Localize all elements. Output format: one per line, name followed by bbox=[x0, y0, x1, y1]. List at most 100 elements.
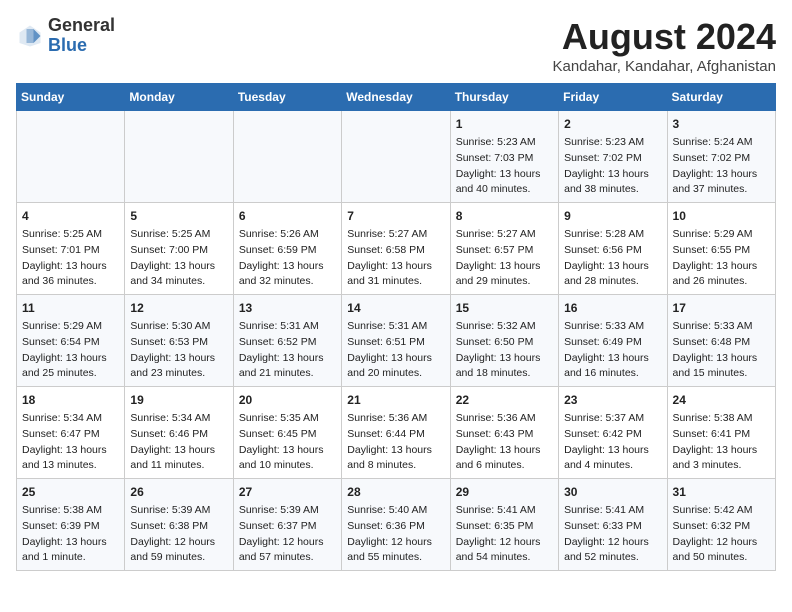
day-number: 26 bbox=[130, 483, 227, 501]
day-number: 17 bbox=[673, 299, 770, 317]
day-info: Daylight: 13 hours bbox=[130, 351, 227, 367]
day-info: Sunrise: 5:27 AM bbox=[456, 227, 553, 243]
day-number: 25 bbox=[22, 483, 119, 501]
day-info: Sunrise: 5:34 AM bbox=[130, 411, 227, 427]
day-info: Daylight: 12 hours bbox=[564, 535, 661, 551]
day-info: Sunset: 6:38 PM bbox=[130, 519, 227, 535]
day-number: 10 bbox=[673, 207, 770, 225]
day-info: and 38 minutes. bbox=[564, 182, 661, 198]
day-info: Sunset: 6:54 PM bbox=[22, 335, 119, 351]
day-info: Sunset: 6:53 PM bbox=[130, 335, 227, 351]
subtitle: Kandahar, Kandahar, Afghanistan bbox=[552, 58, 776, 75]
day-number: 30 bbox=[564, 483, 661, 501]
day-info: Sunrise: 5:33 AM bbox=[564, 319, 661, 335]
day-info: and 50 minutes. bbox=[673, 550, 770, 566]
day-number: 29 bbox=[456, 483, 553, 501]
calendar-day-cell: 8Sunrise: 5:27 AMSunset: 6:57 PMDaylight… bbox=[450, 203, 558, 295]
calendar-day-cell: 20Sunrise: 5:35 AMSunset: 6:45 PMDayligh… bbox=[233, 387, 341, 479]
day-info: and 18 minutes. bbox=[456, 366, 553, 382]
day-number: 16 bbox=[564, 299, 661, 317]
day-number: 2 bbox=[564, 115, 661, 133]
day-info: Sunrise: 5:42 AM bbox=[673, 503, 770, 519]
calendar-week-row: 25Sunrise: 5:38 AMSunset: 6:39 PMDayligh… bbox=[17, 479, 776, 571]
day-info: Daylight: 13 hours bbox=[22, 443, 119, 459]
day-info: Sunset: 6:42 PM bbox=[564, 427, 661, 443]
day-info: and 40 minutes. bbox=[456, 182, 553, 198]
day-info: Sunset: 6:47 PM bbox=[22, 427, 119, 443]
day-info: Daylight: 12 hours bbox=[130, 535, 227, 551]
day-info: Sunrise: 5:34 AM bbox=[22, 411, 119, 427]
calendar-week-row: 4Sunrise: 5:25 AMSunset: 7:01 PMDaylight… bbox=[17, 203, 776, 295]
calendar-day-cell: 10Sunrise: 5:29 AMSunset: 6:55 PMDayligh… bbox=[667, 203, 775, 295]
calendar-day-cell: 29Sunrise: 5:41 AMSunset: 6:35 PMDayligh… bbox=[450, 479, 558, 571]
empty-cell bbox=[342, 111, 450, 203]
day-info: Daylight: 13 hours bbox=[22, 535, 119, 551]
day-info: and 31 minutes. bbox=[347, 274, 444, 290]
day-number: 13 bbox=[239, 299, 336, 317]
day-info: Sunrise: 5:31 AM bbox=[347, 319, 444, 335]
day-info: Daylight: 13 hours bbox=[456, 259, 553, 275]
day-info: Sunrise: 5:23 AM bbox=[564, 135, 661, 151]
day-info: Sunset: 6:49 PM bbox=[564, 335, 661, 351]
day-info: Sunrise: 5:41 AM bbox=[456, 503, 553, 519]
day-info: Daylight: 13 hours bbox=[564, 167, 661, 183]
weekday-header-thursday: Thursday bbox=[450, 84, 558, 111]
day-info: Daylight: 13 hours bbox=[239, 351, 336, 367]
day-number: 18 bbox=[22, 391, 119, 409]
day-info: Sunset: 6:45 PM bbox=[239, 427, 336, 443]
calendar-day-cell: 15Sunrise: 5:32 AMSunset: 6:50 PMDayligh… bbox=[450, 295, 558, 387]
day-info: and 29 minutes. bbox=[456, 274, 553, 290]
day-info: Daylight: 13 hours bbox=[347, 351, 444, 367]
calendar-day-cell: 28Sunrise: 5:40 AMSunset: 6:36 PMDayligh… bbox=[342, 479, 450, 571]
day-info: Sunrise: 5:29 AM bbox=[673, 227, 770, 243]
day-number: 28 bbox=[347, 483, 444, 501]
day-number: 9 bbox=[564, 207, 661, 225]
day-info: Sunrise: 5:37 AM bbox=[564, 411, 661, 427]
calendar-body: 1Sunrise: 5:23 AMSunset: 7:03 PMDaylight… bbox=[17, 111, 776, 571]
day-info: and 3 minutes. bbox=[673, 458, 770, 474]
weekday-header-wednesday: Wednesday bbox=[342, 84, 450, 111]
calendar-day-cell: 4Sunrise: 5:25 AMSunset: 7:01 PMDaylight… bbox=[17, 203, 125, 295]
day-number: 27 bbox=[239, 483, 336, 501]
day-info: Sunrise: 5:28 AM bbox=[564, 227, 661, 243]
day-info: Sunset: 6:59 PM bbox=[239, 243, 336, 259]
day-info: Sunset: 7:00 PM bbox=[130, 243, 227, 259]
day-info: Sunrise: 5:29 AM bbox=[22, 319, 119, 335]
day-info: and 36 minutes. bbox=[22, 274, 119, 290]
day-info: Daylight: 13 hours bbox=[564, 443, 661, 459]
title-block: August 2024 Kandahar, Kandahar, Afghanis… bbox=[552, 16, 776, 75]
calendar-day-cell: 21Sunrise: 5:36 AMSunset: 6:44 PMDayligh… bbox=[342, 387, 450, 479]
day-info: Daylight: 13 hours bbox=[22, 259, 119, 275]
day-info: Sunrise: 5:40 AM bbox=[347, 503, 444, 519]
day-info: and 15 minutes. bbox=[673, 366, 770, 382]
calendar-day-cell: 7Sunrise: 5:27 AMSunset: 6:58 PMDaylight… bbox=[342, 203, 450, 295]
calendar-day-cell: 2Sunrise: 5:23 AMSunset: 7:02 PMDaylight… bbox=[559, 111, 667, 203]
day-info: Sunset: 7:02 PM bbox=[673, 151, 770, 167]
day-info: Daylight: 13 hours bbox=[347, 443, 444, 459]
day-info: Daylight: 13 hours bbox=[239, 443, 336, 459]
weekday-header-tuesday: Tuesday bbox=[233, 84, 341, 111]
calendar-day-cell: 27Sunrise: 5:39 AMSunset: 6:37 PMDayligh… bbox=[233, 479, 341, 571]
day-info: Daylight: 13 hours bbox=[673, 259, 770, 275]
day-info: Sunrise: 5:26 AM bbox=[239, 227, 336, 243]
day-info: Sunrise: 5:41 AM bbox=[564, 503, 661, 519]
day-info: and 4 minutes. bbox=[564, 458, 661, 474]
day-info: Daylight: 13 hours bbox=[673, 167, 770, 183]
day-info: and 26 minutes. bbox=[673, 274, 770, 290]
calendar-week-row: 18Sunrise: 5:34 AMSunset: 6:47 PMDayligh… bbox=[17, 387, 776, 479]
calendar-day-cell: 18 Sunrise: 5:34 AMSunset: 6:47 PMDayligh… bbox=[17, 387, 125, 479]
calendar-day-cell: 14Sunrise: 5:31 AMSunset: 6:51 PMDayligh… bbox=[342, 295, 450, 387]
calendar-day-cell: 26Sunrise: 5:39 AMSunset: 6:38 PMDayligh… bbox=[125, 479, 233, 571]
day-info: Daylight: 13 hours bbox=[347, 259, 444, 275]
day-info: Sunset: 6:48 PM bbox=[673, 335, 770, 351]
calendar-header-row: SundayMondayTuesdayWednesdayThursdayFrid… bbox=[17, 84, 776, 111]
day-info: Sunrise: 5:39 AM bbox=[239, 503, 336, 519]
day-info: Daylight: 13 hours bbox=[130, 259, 227, 275]
weekday-header-monday: Monday bbox=[125, 84, 233, 111]
calendar-week-row: 11 Sunrise: 5:29 AMSunset: 6:54 PM Dayligh… bbox=[17, 295, 776, 387]
day-info: and 37 minutes. bbox=[673, 182, 770, 198]
day-info: Sunset: 7:03 PM bbox=[456, 151, 553, 167]
day-info: and 25 minutes. bbox=[22, 366, 119, 382]
day-number: 11 bbox=[22, 299, 119, 317]
day-info: Sunrise: 5:38 AM bbox=[22, 503, 119, 519]
